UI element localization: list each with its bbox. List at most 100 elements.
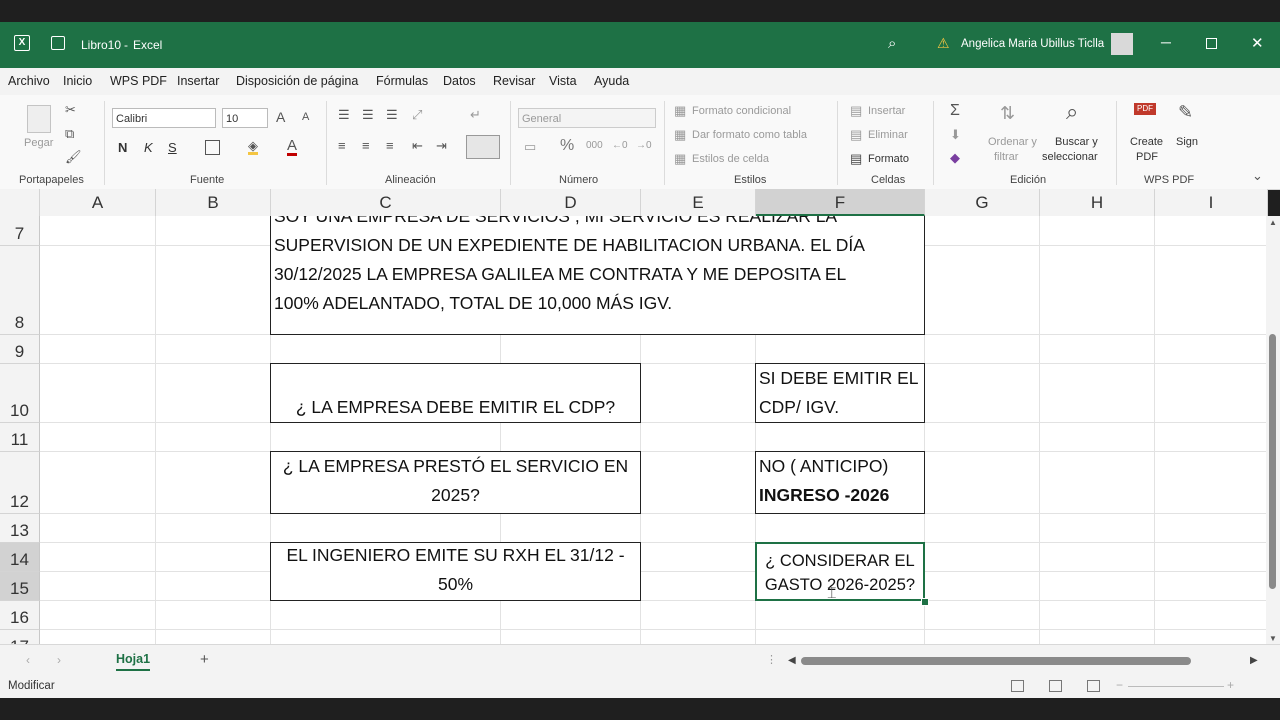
- user-name[interactable]: Angelica Maria Ubillus Ticlla: [961, 38, 1104, 50]
- close-icon[interactable]: ✕: [1251, 34, 1264, 52]
- find-select-button-line2[interactable]: seleccionar: [1042, 151, 1098, 163]
- row-header-9[interactable]: 9: [0, 335, 40, 364]
- align-left-icon[interactable]: ≡: [338, 139, 346, 152]
- hscroll-left-icon[interactable]: ◀: [788, 655, 796, 666]
- sort-filter-button[interactable]: Ordenar y: [988, 136, 1037, 148]
- menu-revisar[interactable]: Revisar: [493, 74, 535, 88]
- find-icon[interactable]: ⌕: [1066, 101, 1078, 123]
- merged-cell-statement[interactable]: SOY UNA EMPRESA DE SERVICIOS , MI SERVIC…: [270, 216, 925, 335]
- copy-icon[interactable]: ⧉: [65, 127, 74, 140]
- menu-inicio[interactable]: Inicio: [63, 74, 92, 88]
- column-header-h[interactable]: H: [1040, 189, 1155, 216]
- row-header-11[interactable]: 11: [0, 423, 40, 452]
- cut-icon[interactable]: ✂: [65, 103, 76, 116]
- normal-view-icon[interactable]: [1011, 680, 1024, 692]
- row-header-13[interactable]: 13: [0, 514, 40, 543]
- row-header-8[interactable]: 8: [0, 246, 40, 335]
- avatar[interactable]: [1111, 33, 1133, 55]
- autosum-icon[interactable]: Σ: [950, 103, 960, 119]
- create-pdf-button-line2[interactable]: PDF: [1136, 151, 1158, 163]
- fill-handle[interactable]: [921, 598, 929, 606]
- question-cell-3[interactable]: EL INGENIERO EMITE SU RXH EL 31/12 - 50%: [270, 542, 641, 601]
- bold-button[interactable]: N: [118, 140, 127, 155]
- conditional-format-button[interactable]: Formato condicional: [692, 105, 791, 117]
- sort-filter-icon[interactable]: ⇅: [1000, 104, 1015, 122]
- merge-center-icon[interactable]: [466, 135, 500, 159]
- tab-next-icon[interactable]: ›: [57, 653, 61, 667]
- column-header-c[interactable]: C: [271, 189, 501, 216]
- menu-vista[interactable]: Vista: [549, 74, 577, 88]
- insert-cells-button[interactable]: Insertar: [868, 105, 905, 117]
- paste-icon[interactable]: [27, 105, 51, 133]
- menu-insertar[interactable]: Insertar: [177, 74, 219, 88]
- select-all-corner[interactable]: [0, 189, 40, 216]
- page-break-icon[interactable]: [1087, 680, 1100, 692]
- wrap-text-icon[interactable]: ↵: [470, 108, 481, 121]
- zoom-out-icon[interactable]: −: [1116, 678, 1123, 692]
- excel-logo-icon[interactable]: X: [14, 35, 30, 51]
- menu-datos[interactable]: Datos: [443, 74, 476, 88]
- format-cells-button[interactable]: Formato: [868, 153, 909, 165]
- vertical-scrollbar[interactable]: ▲ ▼: [1266, 216, 1280, 644]
- format-painter-icon[interactable]: 🖌: [65, 150, 82, 163]
- horizontal-scroll-thumb[interactable]: [801, 657, 1191, 665]
- tab-prev-icon[interactable]: ‹: [26, 653, 30, 667]
- question-cell-1[interactable]: ¿ LA EMPRESA DEBE EMITIR EL CDP?: [270, 363, 641, 423]
- save-icon[interactable]: [51, 36, 65, 50]
- paste-button[interactable]: Pegar: [24, 137, 53, 149]
- add-sheet-icon[interactable]: +: [200, 651, 209, 668]
- scroll-down-icon[interactable]: ▼: [1269, 634, 1277, 643]
- search-icon[interactable]: ⌕: [888, 35, 896, 52]
- sign-button[interactable]: Sign: [1176, 136, 1198, 148]
- thousands-icon[interactable]: 000: [586, 141, 603, 151]
- cell-styles-button[interactable]: Estilos de celda: [692, 153, 769, 165]
- menu-wps-pdf[interactable]: WPS PDF: [110, 74, 167, 88]
- tab-hoja1[interactable]: Hoja1: [116, 652, 151, 671]
- create-pdf-button[interactable]: Create: [1130, 136, 1163, 148]
- tab-split-icon[interactable]: ⋮: [766, 653, 777, 666]
- sheet-grid[interactable]: 7 8 9 10 11 12 13 14 15 16 17 SOY UNA EM…: [0, 216, 1266, 644]
- row-header-10[interactable]: 10: [0, 364, 40, 423]
- create-pdf-icon[interactable]: PDF: [1134, 103, 1156, 115]
- hscroll-right-icon[interactable]: ▶: [1250, 655, 1258, 666]
- column-header-i[interactable]: I: [1155, 189, 1268, 216]
- column-header-b[interactable]: B: [156, 189, 271, 216]
- restore-icon[interactable]: [1206, 38, 1217, 49]
- collapse-ribbon-icon[interactable]: ⌄: [1252, 169, 1263, 182]
- find-select-button[interactable]: Buscar y: [1055, 136, 1098, 148]
- sign-icon[interactable]: ✎: [1178, 103, 1193, 121]
- grow-font-icon[interactable]: A: [276, 110, 285, 124]
- fill-color-icon[interactable]: ◈: [248, 139, 258, 155]
- menu-ayuda[interactable]: Ayuda: [594, 74, 629, 88]
- vertical-scroll-thumb[interactable]: [1269, 334, 1276, 589]
- question-cell-2[interactable]: ¿ LA EMPRESA PRESTÓ EL SERVICIO EN 2025?: [270, 451, 641, 514]
- row-header-12[interactable]: 12: [0, 452, 40, 514]
- scroll-up-icon[interactable]: ▲: [1269, 218, 1277, 227]
- column-header-e[interactable]: E: [641, 189, 756, 216]
- row-header-16[interactable]: 16: [0, 601, 40, 630]
- row-header-14[interactable]: 14: [0, 543, 40, 572]
- menu-formulas[interactable]: Fórmulas: [376, 74, 428, 88]
- menu-archivo[interactable]: Archivo: [8, 74, 50, 88]
- shrink-font-icon[interactable]: A: [302, 112, 309, 123]
- decrease-indent-icon[interactable]: ⇤: [412, 139, 423, 152]
- page-layout-icon[interactable]: [1049, 680, 1062, 692]
- sort-filter-button-line2[interactable]: filtrar: [994, 151, 1018, 163]
- borders-icon[interactable]: [205, 140, 220, 155]
- number-format-select[interactable]: General: [518, 108, 656, 128]
- zoom-slider[interactable]: [1128, 686, 1224, 687]
- clear-icon[interactable]: ◆: [950, 151, 960, 164]
- orientation-icon[interactable]: ⤢: [412, 108, 422, 121]
- font-size-select[interactable]: 10: [222, 108, 268, 128]
- font-color-icon[interactable]: A: [287, 138, 298, 156]
- decrease-decimal-icon[interactable]: →0: [636, 141, 652, 151]
- menu-disposicion[interactable]: Disposición de página: [236, 74, 358, 88]
- underline-button[interactable]: S: [168, 140, 177, 155]
- column-header-g[interactable]: G: [925, 189, 1040, 216]
- column-header-a[interactable]: A: [40, 189, 156, 216]
- increase-indent-icon[interactable]: ⇥: [436, 139, 447, 152]
- delete-cells-button[interactable]: Eliminar: [868, 129, 908, 141]
- font-name-select[interactable]: Calibri: [112, 108, 216, 128]
- answer-cell-1[interactable]: SI DEBE EMITIR EL CDP/ IGV.: [755, 363, 925, 423]
- percent-icon[interactable]: %: [560, 138, 574, 154]
